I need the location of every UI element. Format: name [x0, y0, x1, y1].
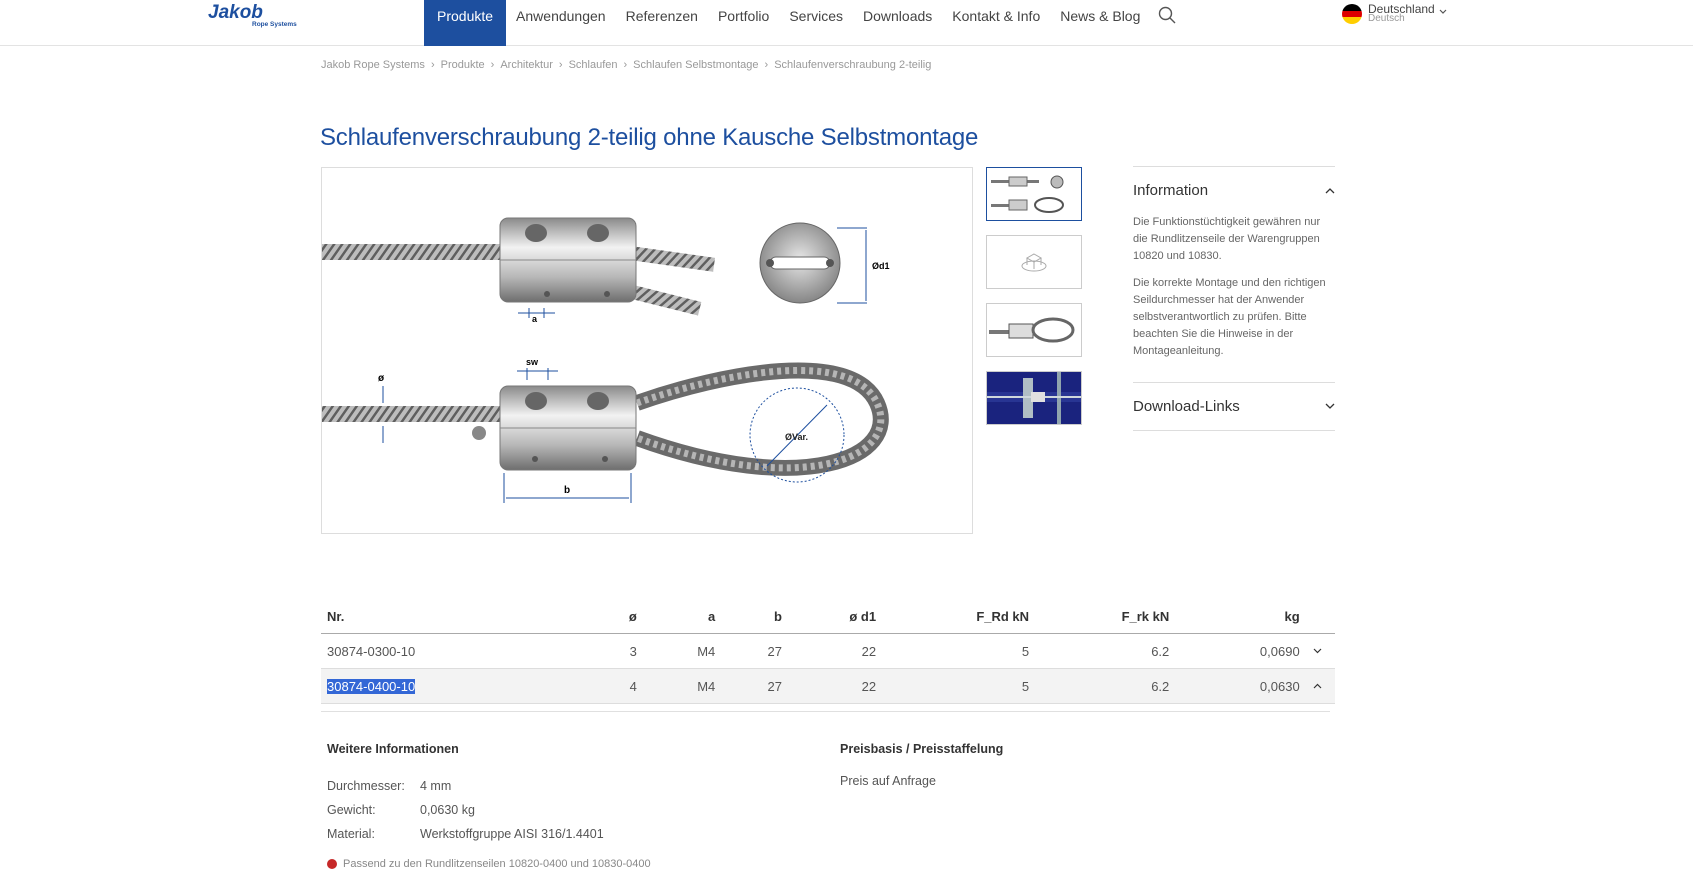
label-b: b — [564, 485, 570, 496]
accordion-information-header[interactable]: Information — [1133, 167, 1335, 214]
cell-diameter: 3 — [629, 643, 637, 659]
cell-nr: 30874-0300-10 — [327, 643, 416, 659]
details-divider — [321, 711, 1330, 712]
nav-referenzen[interactable]: Referenzen — [616, 0, 708, 46]
breadcrumb-current: Schlaufenverschraubung 2-teilig — [774, 59, 932, 71]
breadcrumb-item[interactable]: Schlaufen — [569, 59, 618, 71]
cell-d1: 22 — [861, 643, 877, 659]
detail-row: Gewicht: 0,0630 kg — [327, 803, 475, 817]
product-image[interactable]: a Ød1 sw ø b ØVar. — [321, 167, 973, 534]
thumbnail-photo-loop[interactable] — [986, 303, 1082, 357]
breadcrumb-item[interactable]: Jakob Rope Systems — [321, 59, 425, 71]
nav-portfolio[interactable]: Portfolio — [708, 0, 779, 46]
cell-frk: 6.2 — [1151, 678, 1170, 694]
price-heading: Preisbasis / Preisstaffelung — [840, 742, 1004, 756]
logo-tagline: Rope Systems — [252, 21, 297, 28]
nav-anwendungen[interactable]: Anwendungen — [506, 0, 616, 46]
cell-b: 27 — [767, 643, 782, 659]
label-sw: sw — [526, 357, 539, 367]
nav-produkte[interactable]: Produkte — [424, 0, 507, 46]
logo-brand: Jakob — [208, 2, 263, 23]
nav-kontakt[interactable]: Kontakt & Info — [942, 0, 1050, 46]
accordion-information-label: Information — [1133, 182, 1209, 199]
site-header: Jakob Rope Systems Produkte Anwendungen … — [0, 0, 1693, 46]
collapse-row-button[interactable] — [1300, 683, 1335, 689]
price-text: Preis auf Anfrage — [840, 774, 936, 788]
header-frk: F_rk kN — [1121, 609, 1170, 624]
header-frd: F_Rd kN — [976, 609, 1030, 624]
table-row-selected[interactable]: 30874-0400-10 4 M4 27 22 5 6.2 0,0630 — [321, 669, 1335, 704]
header-b: b — [774, 609, 782, 624]
breadcrumb-item[interactable]: Architektur — [500, 59, 553, 71]
details-heading: Weitere Informationen — [327, 742, 459, 756]
expand-row-button[interactable] — [1300, 648, 1335, 654]
nav-services[interactable]: Services — [779, 0, 853, 46]
cell-b: 27 — [767, 678, 782, 694]
jakob-logo[interactable]: Jakob Rope Systems — [208, 2, 300, 28]
thumbnail-photo-installation[interactable] — [986, 371, 1082, 425]
breadcrumb: Jakob Rope Systems › Produkte › Architektu… — [321, 59, 932, 71]
germany-flag-icon — [1342, 4, 1362, 24]
header-diameter: ø — [628, 609, 637, 624]
label-var: ØVar. — [785, 432, 808, 442]
table-header: Nr. ø a b ø d1 F_Rd kN F_rk kN kg — [321, 600, 1335, 634]
cell-a: M4 — [697, 643, 716, 659]
chevron-up-icon — [1313, 683, 1322, 689]
information-text-1: Die Funktionstüchtigkeit gewähren nur di… — [1133, 216, 1321, 262]
label-a: a — [532, 314, 538, 324]
search-icon[interactable] — [1150, 0, 1184, 46]
page-title: Schlaufenverschraubung 2-teilig ohne Kau… — [320, 124, 979, 151]
cell-d1: 22 — [861, 678, 877, 694]
compatibility-note: Passend zu den Rundlitzenseilen 10820-04… — [327, 858, 651, 870]
information-text-2: Die korrekte Montage und den richtigen S… — [1133, 277, 1326, 357]
info-dot-icon — [327, 859, 337, 869]
header-d1: ø d1 — [849, 609, 877, 624]
header-nr: Nr. — [327, 609, 345, 624]
accordion-information: Information Die Funktionstüchtigkeit gew… — [1133, 166, 1335, 382]
language-selector[interactable]: Deutschland Deutsch — [1342, 3, 1447, 24]
table-row[interactable]: 30874-0300-10 3 M4 27 22 5 6.2 0,0690 — [321, 634, 1335, 669]
detail-row: Material: Werkstoffgruppe AISI 316/1.440… — [327, 827, 604, 841]
nav-news-blog[interactable]: News & Blog — [1050, 0, 1150, 46]
label-d1: Ød1 — [872, 261, 890, 271]
cell-frd: 5 — [1021, 678, 1030, 694]
cell-frd: 5 — [1021, 643, 1030, 659]
image-thumbnails — [986, 167, 1082, 439]
detail-row: Durchmesser: 4 mm — [327, 779, 452, 793]
cell-diameter: 4 — [629, 678, 637, 694]
main-nav: Produkte Anwendungen Referenzen Portfoli… — [424, 0, 1184, 46]
nav-downloads[interactable]: Downloads — [853, 0, 942, 46]
cell-kg: 0,0630 — [1259, 678, 1300, 694]
chevron-down-icon — [1313, 648, 1322, 654]
accordion-download-links: Download-Links — [1133, 382, 1335, 431]
header-a: a — [708, 609, 716, 624]
variants-table: Nr. ø a b ø d1 F_Rd kN F_rk kN kg 30874-… — [321, 600, 1335, 704]
label-diameter: ø — [378, 373, 385, 384]
chevron-down-icon — [1325, 403, 1335, 409]
breadcrumb-item[interactable]: Produkte — [441, 59, 485, 71]
product-info-sidebar: Information Die Funktionstüchtigkeit gew… — [1133, 166, 1335, 431]
chevron-down-icon — [1439, 9, 1447, 14]
cell-nr: 30874-0400-10 — [327, 678, 416, 694]
cell-kg: 0,0690 — [1259, 643, 1300, 659]
accordion-download-links-header[interactable]: Download-Links — [1133, 383, 1335, 430]
thumbnail-drawing[interactable] — [986, 167, 1082, 221]
chevron-up-icon — [1325, 188, 1335, 194]
cell-frk: 6.2 — [1151, 643, 1170, 659]
breadcrumb-item[interactable]: Schlaufen Selbstmontage — [633, 59, 758, 71]
compatibility-note-text: Passend zu den Rundlitzenseilen 10820-04… — [343, 858, 651, 870]
accordion-download-links-label: Download-Links — [1133, 398, 1240, 415]
header-kg: kg — [1284, 609, 1300, 624]
cell-a: M4 — [697, 678, 716, 694]
thumbnail-3d-model[interactable] — [986, 235, 1082, 289]
